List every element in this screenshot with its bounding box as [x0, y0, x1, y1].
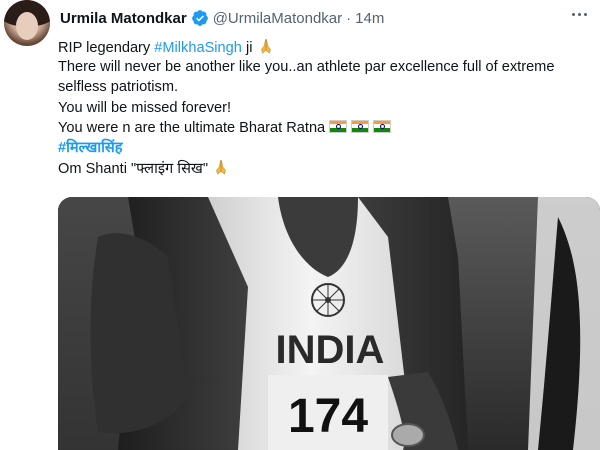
tweet-line-1-prefix: RIP legendary	[58, 40, 155, 56]
tweet-line-5-text: You were n are the ultimate Bharat Ratna	[58, 119, 326, 136]
hashtag-milkhasingh[interactable]: #MilkhaSingh	[154, 40, 242, 56]
tweet-line-5: You were n are the ultimate Bharat Ratna	[58, 118, 600, 138]
author-name[interactable]: Urmila Matondkar	[60, 10, 187, 27]
watch-icon	[391, 423, 425, 447]
tweet-photo[interactable]: INDIA 174	[58, 197, 600, 450]
author-avatar[interactable]	[4, 0, 50, 46]
tweet-line-1-suffix: ji	[241, 40, 253, 56]
hashtag-milkhasingh-hindi[interactable]: #मिल्खासिंह	[58, 140, 123, 156]
verified-badge-icon	[191, 10, 208, 26]
folded-hands-emoji	[216, 160, 226, 175]
more-options-icon[interactable]	[572, 10, 592, 18]
ashoka-chakra-icon	[311, 283, 345, 317]
tweet-timestamp[interactable]: 14m	[355, 10, 384, 27]
author-handle[interactable]: @UrmilaMatondkar	[213, 10, 342, 27]
india-flag-emoji	[329, 119, 348, 133]
tweet-line-7-text: Om Shanti "फ्लाइंग सिख"	[58, 161, 209, 178]
tweet-line-2: There will never be another like you..an…	[58, 59, 555, 76]
avatar-face	[16, 12, 38, 40]
header-separator: ·	[346, 9, 352, 27]
tweet-line-3: selfless patriotism.	[58, 79, 179, 96]
india-flag-emoji	[373, 119, 392, 133]
jersey-text: INDIA	[276, 328, 385, 372]
tweet-header: Urmila Matondkar @UrmilaMatondkar · 14m	[60, 8, 384, 28]
tweet-line-1: RIP legendary #MilkhaSingh ji	[58, 37, 600, 57]
athlete-photo: INDIA 174	[58, 197, 600, 450]
bib-number: 174	[288, 390, 368, 443]
india-flag-emoji	[351, 119, 370, 133]
tweet-body: RIP legendary #MilkhaSingh ji There will…	[58, 37, 600, 178]
folded-hands-emoji	[260, 38, 271, 54]
tweet-line-6: #मिल्खासिंह	[58, 138, 600, 158]
tweet-line-7: Om Shanti "फ्लाइंग सिख"	[58, 158, 600, 178]
tweet-line-4: You will be missed forever!	[58, 99, 232, 116]
